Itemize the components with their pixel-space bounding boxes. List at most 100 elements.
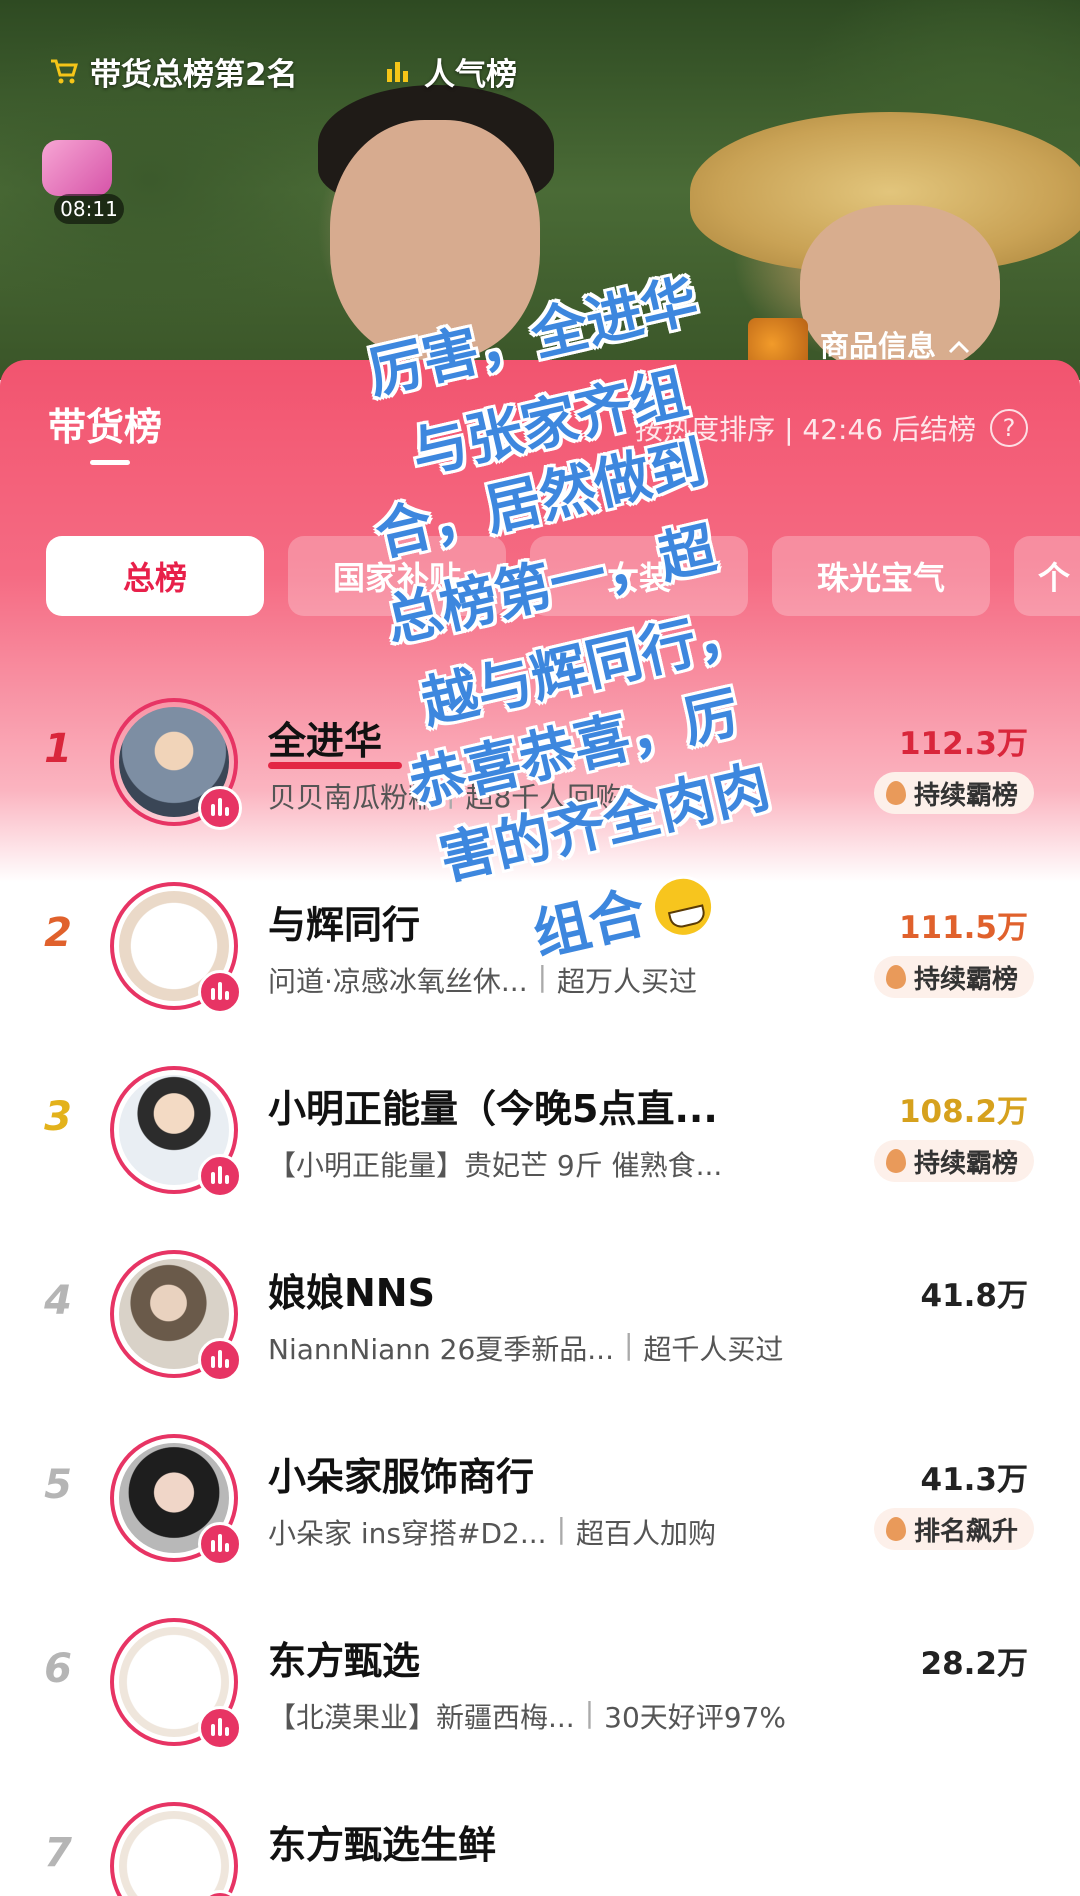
product-desc: 问道·凉感冰氧丝休... [268,965,528,998]
flame-icon [885,1149,906,1173]
list-item[interactable]: 2 与辉同行 问道·凉感冰氧丝休... | 超万人买过 111.5万 持续霸榜 [0,860,1080,1044]
product-info-label: 商品信息 [820,329,937,363]
popularity-label: 人气榜 [424,56,517,93]
product-summary: 【小明正能量】贵妃芒 9斤 催熟食... [268,1144,722,1184]
chevron-up-icon [948,327,970,361]
product-summary: 【北漠果业】新疆西梅... | 30天好评97% [268,1696,786,1736]
gift-icon [42,140,112,196]
live-icon [198,1522,242,1566]
flame-icon [885,1517,906,1541]
flame-icon [885,781,906,805]
product-extra: 超8千人回购 [465,781,624,814]
rank-number: 3 [44,1094,72,1140]
live-icon [198,1154,242,1198]
sales-value: 28.2万 [920,1646,1029,1682]
gift-countdown: 08:11 [54,194,124,224]
board-title: 带货榜 [48,405,163,449]
rank-number: 2 [44,910,72,956]
sales-rank-label: 带货总榜第2名 [90,56,298,93]
sales-value: 108.2万 [898,1094,1028,1130]
separator: | [446,776,456,809]
sales-value: 41.3万 [920,1462,1029,1498]
avatar[interactable] [110,1250,242,1382]
sales-value: 41.8万 [920,1278,1029,1314]
live-icon [198,1706,242,1750]
avatar[interactable] [110,1434,242,1566]
status-badge: 持续霸榜 [873,1140,1034,1182]
avatar-ring [110,1802,238,1896]
product-summary: 小朵家 ins穿搭#D2... | 超百人加购 [268,1512,716,1552]
list-item[interactable]: 3 小明正能量（今晚5点直... 【小明正能量】贵妃芒 9斤 催熟食... 10… [0,1044,1080,1228]
avatar[interactable] [110,882,242,1014]
host-face [330,120,540,360]
bar-chart-icon [382,55,414,87]
streamer-name[interactable]: 东方甄选生鲜 [268,1814,496,1869]
sales-value: 112.3万 [898,726,1028,762]
list-item[interactable]: 5 小朵家服饰商行 小朵家 ins穿搭#D2... | 超百人加购 41.3万 排… [0,1412,1080,1596]
live-video: 带货总榜第2名 人气榜 08:11 商品信息 [0,0,1080,380]
help-icon[interactable]: ? [990,409,1028,447]
ranking-list: 1 全进华 贝贝南瓜粉糯 | 超8千人回购 112.3万 持续霸榜 2 与辉同行 … [0,676,1080,1896]
status-badge-label: 持续霸榜 [913,1148,1018,1179]
streamer-name[interactable]: 东方甄选 [268,1630,420,1685]
live-icon [198,786,242,830]
product-summary: 问道·凉感冰氧丝休... | 超万人买过 [268,960,697,1000]
product-desc: 贝贝南瓜粉糯 [268,781,437,814]
product-desc: 【小明正能量】贵妃芒 9斤 催熟食... [268,1149,723,1182]
status-badge: 排名飙升 [873,1508,1034,1550]
streamer-name[interactable]: 与辉同行 [268,894,420,949]
product-summary: NiannNiann 26夏季新品... | 超千人买过 [268,1328,783,1368]
live-icon [198,970,242,1014]
status-badge-label: 排名飙升 [913,1516,1018,1547]
sales-board-panel: 带货榜 按热度排序 | 42:46 后结榜 ? 总榜 国家补贴 女装 珠光宝气 … [0,360,1080,1896]
separator: | [623,1328,634,1361]
streamer-name[interactable]: 全进华 [268,710,382,765]
rank-number: 5 [44,1462,72,1508]
product-desc: 【北漠果业】新疆西梅... [268,1701,575,1734]
streamer-name[interactable]: 小明正能量（今晚5点直... [268,1078,718,1133]
separator: | [537,960,548,993]
rank-number: 4 [44,1278,72,1324]
board-meta: 按热度排序 | 42:46 后结榜 ? [635,408,1028,448]
cart-icon [48,55,80,87]
status-badge-label: 持续霸榜 [913,964,1018,995]
sales-value: 111.5万 [898,910,1028,946]
product-extra: 超百人加购 [576,1517,717,1550]
status-badge: 持续霸榜 [873,956,1034,998]
avatar-image [119,1811,229,1896]
separator: | [556,1512,566,1545]
tab-womens-wear[interactable]: 女装 [530,536,748,616]
separator: | [584,1696,595,1729]
status-badge: 持续霸榜 [873,772,1034,814]
tab-more[interactable]: 个 [1014,536,1080,616]
board-meta-text: 按热度排序 | 42:46 后结榜 [635,413,976,446]
product-extra: 超千人买过 [643,1333,784,1366]
avatar[interactable] [110,1618,242,1750]
product-summary: 贝贝南瓜粉糯 | 超8千人回购 [268,776,623,816]
tab-overall[interactable]: 总榜 [46,536,264,616]
rank-number: 6 [44,1646,72,1692]
gift-timer[interactable]: 08:11 [36,130,124,226]
rank-number: 7 [44,1830,72,1876]
rank-number: 1 [44,726,72,772]
list-item[interactable]: 6 东方甄选 【北漠果业】新疆西梅... | 30天好评97% 28.2万 [0,1596,1080,1780]
status-badge-label: 持续霸榜 [913,780,1018,811]
flame-icon [885,965,906,989]
product-extra: 超万人买过 [557,965,698,998]
popularity-chip[interactable]: 人气榜 [382,48,517,94]
live-icon [198,1338,242,1382]
list-item[interactable]: 1 全进华 贝贝南瓜粉糯 | 超8千人回购 112.3万 持续霸榜 [0,676,1080,860]
title-underline [90,460,130,465]
avatar[interactable] [110,1802,242,1896]
list-item[interactable]: 7 东方甄选生鲜 [0,1780,1080,1896]
list-item[interactable]: 4 娘娘NNS NiannNiann 26夏季新品... | 超千人买过 41.8… [0,1228,1080,1412]
sales-rank-chip[interactable]: 带货总榜第2名 [48,48,298,94]
avatar[interactable] [110,698,242,830]
streamer-name[interactable]: 娘娘NNS [268,1262,435,1317]
product-extra: 30天好评97% [604,1701,787,1734]
avatar[interactable] [110,1066,242,1198]
product-desc: NiannNiann 26夏季新品... [268,1333,614,1366]
streamer-name[interactable]: 小朵家服饰商行 [268,1446,534,1501]
tab-national-subsidy[interactable]: 国家补贴 [288,536,506,616]
tab-jewelry[interactable]: 珠光宝气 [772,536,990,616]
